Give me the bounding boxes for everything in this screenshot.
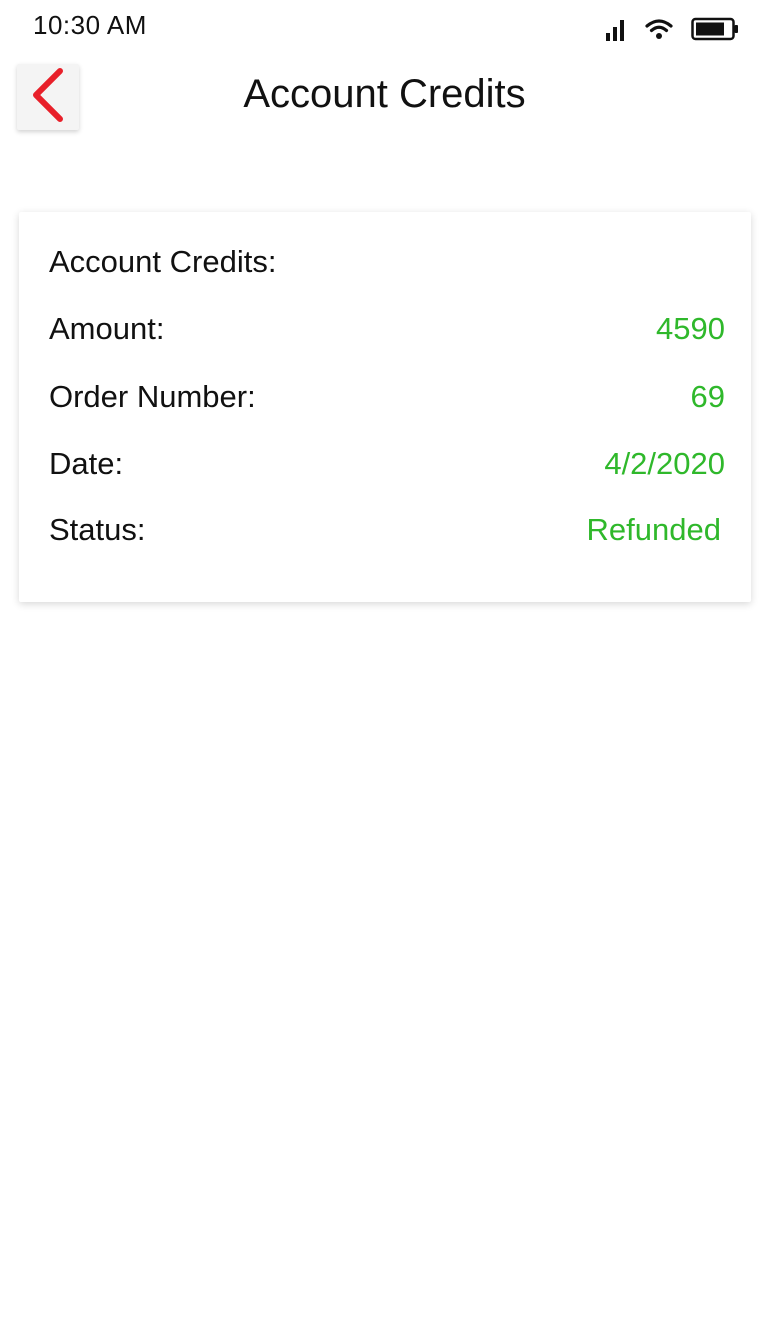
card-title: Account Credits: <box>49 244 277 279</box>
amount-row: Amount: 4590 <box>49 311 725 351</box>
order-number-value: 69 <box>690 379 725 414</box>
battery-icon <box>691 17 739 41</box>
signal-icon <box>605 17 627 41</box>
status-value: Refunded <box>586 512 721 547</box>
order-number-row: Order Number: 69 <box>49 379 725 419</box>
status-label: Status: <box>49 512 146 547</box>
status-bar: 10:30 AM <box>0 0 769 56</box>
header: Account Credits <box>0 56 769 146</box>
account-credits-card: Account Credits: Amount: 4590 Order Numb… <box>19 212 751 602</box>
amount-value: 4590 <box>656 311 725 346</box>
status-time: 10:30 AM <box>33 10 147 40</box>
date-row: Date: 4/2/2020 <box>49 446 725 486</box>
wifi-icon <box>645 18 673 40</box>
date-value: 4/2/2020 <box>604 446 725 481</box>
order-number-label: Order Number: <box>49 379 256 414</box>
page-title: Account Credits <box>243 72 526 116</box>
status-icons <box>605 17 739 41</box>
amount-label: Amount: <box>49 311 165 346</box>
status-row: Status: Refunded <box>49 512 725 552</box>
date-label: Date: <box>49 446 124 481</box>
